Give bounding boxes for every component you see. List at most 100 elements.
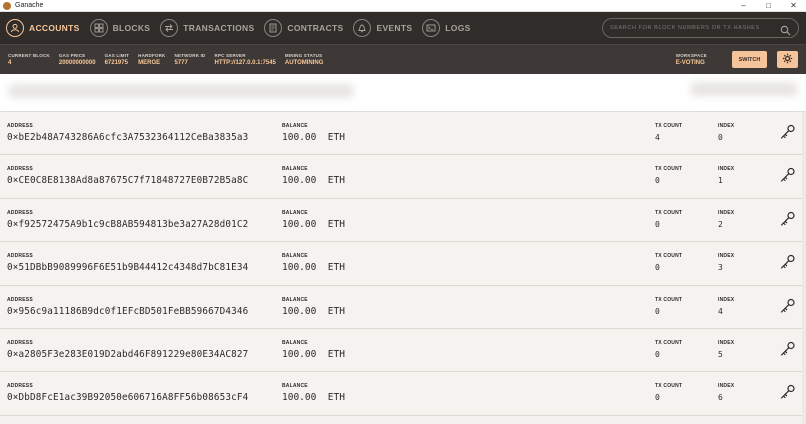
stat-gas-limit: GAS LIMIT 6721975 <box>105 53 130 66</box>
account-tx-count: 0 <box>655 176 660 186</box>
index-label: INDEX <box>718 339 735 346</box>
index-label: INDEX <box>718 123 735 129</box>
address-label: ADDRESS <box>7 166 33 173</box>
account-row[interactable]: ADDRESS 0×f92572475A9b1c9cB8AB594813be3a… <box>0 198 806 243</box>
account-balance: 100.00 ETH <box>282 262 345 274</box>
account-row[interactable]: ADDRESS 0×956c9a11186B9dc0f1EFcBD501FeBB… <box>0 285 806 329</box>
stat-mining-status: MINING STATUS AUTOMINING <box>285 53 324 66</box>
nav-label-accounts: ACCOUNTS <box>29 23 80 33</box>
account-index: 6 <box>718 393 723 403</box>
address-label: ADDRESS <box>7 339 33 346</box>
account-tx-count: 0 <box>655 263 660 273</box>
stat-value: 4 <box>8 60 12 66</box>
stat-gas-price: GAS PRICE 20000000000 <box>59 53 96 66</box>
nav-events[interactable]: EVENTS <box>353 12 412 44</box>
mnemonic-bar <box>0 74 806 112</box>
stat-label: GAS PRICE <box>58 53 86 58</box>
stat-value: 5777 <box>174 60 188 66</box>
tx-count-label: TX COUNT <box>655 253 683 260</box>
search-box <box>602 18 799 38</box>
arrows-icon <box>160 19 179 37</box>
terminal-icon <box>422 19 441 37</box>
mnemonic-blurred <box>8 84 354 98</box>
window-controls: – □ ✕ <box>731 0 806 12</box>
maximize-icon[interactable]: □ <box>756 0 781 12</box>
stat-label: RPC SERVER <box>214 53 246 58</box>
switch-workspace-button[interactable]: SWITCH <box>732 51 767 68</box>
balance-label: BALANCE <box>282 253 308 260</box>
account-index: 0 <box>718 133 723 142</box>
account-index: 3 <box>718 263 723 273</box>
stat-rpc-server: RPC SERVER HTTP://127.0.0.1:7545 <box>215 53 276 66</box>
accounts-list: ADDRESS 0×bE2b48A743286A6cfc3A7532364112… <box>0 112 806 416</box>
index-label: INDEX <box>718 209 735 216</box>
nav-label-logs: LOGS <box>445 23 471 33</box>
account-address: 0×f92572475A9b1c9cB8AB594813be3a27A28d01… <box>7 218 249 230</box>
account-tx-count: 0 <box>655 393 660 403</box>
account-address: 0×956c9a11186B9dc0f1EFcBD501FeBB59667D43… <box>7 305 249 317</box>
document-icon <box>264 19 283 37</box>
account-tx-count: 4 <box>655 133 660 142</box>
key-icon[interactable] <box>779 211 796 233</box>
nav-transactions[interactable]: TRANSACTIONS <box>160 12 254 44</box>
account-index: 4 <box>718 306 723 316</box>
address-label: ADDRESS <box>7 296 33 303</box>
account-balance: 100.00 ETH <box>282 392 345 404</box>
balance-label: BALANCE <box>282 383 308 390</box>
nav-logs[interactable]: LOGS <box>422 12 470 44</box>
account-address: 0×DbD8FcE1ac39B92050e606716A8FF56b08653c… <box>7 392 249 404</box>
search-input[interactable] <box>610 25 780 31</box>
settings-button[interactable] <box>777 51 798 68</box>
key-icon[interactable] <box>779 341 796 363</box>
stat-label: MINING STATUS <box>284 53 323 58</box>
key-icon[interactable] <box>779 254 796 276</box>
workspace-label: WORKSPACE <box>675 53 707 58</box>
stat-label: GAS LIMIT <box>104 53 130 58</box>
hd-path-blurred <box>690 82 798 96</box>
account-address: 0×51DBbB9089996F6E51b9B44412c4348d7bC81E… <box>7 262 249 274</box>
stat-label: HARDFORK <box>138 53 166 58</box>
account-row[interactable]: ADDRESS 0×bE2b48A743286A6cfc3A7532364112… <box>0 112 806 156</box>
account-row[interactable]: ADDRESS 0×DbD8FcE1ac39B92050e606716A8FF5… <box>0 372 806 416</box>
stat-network-id: NETWORK ID 5777 <box>175 53 206 66</box>
nav-accounts[interactable]: ACCOUNTS <box>6 12 80 44</box>
person-icon <box>6 19 24 37</box>
account-tx-count: 0 <box>655 306 660 316</box>
close-icon[interactable]: ✕ <box>781 0 806 12</box>
minimize-icon[interactable]: – <box>731 0 756 12</box>
stat-value: AUTOMINING <box>284 60 324 66</box>
blocks-icon <box>89 19 108 37</box>
key-icon[interactable] <box>779 298 796 320</box>
balance-label: BALANCE <box>282 209 308 216</box>
nav-contracts[interactable]: CONTRACTS <box>264 12 343 44</box>
key-icon[interactable] <box>779 167 796 189</box>
nav-blocks[interactable]: BLOCKS <box>89 12 151 44</box>
address-label: ADDRESS <box>7 209 33 216</box>
key-icon[interactable] <box>779 124 796 146</box>
index-label: INDEX <box>718 383 735 390</box>
account-row[interactable]: ADDRESS 0×a2805F3e283E019D2abd46F891229e… <box>0 328 806 373</box>
account-row[interactable]: ADDRESS 0×51DBbB9089996F6E51b9B44412c434… <box>0 242 806 286</box>
search-icon[interactable] <box>780 23 791 41</box>
scrollbar[interactable] <box>802 112 806 424</box>
nav-label-contracts: CONTRACTS <box>287 23 344 33</box>
address-label: ADDRESS <box>7 383 33 390</box>
tx-count-label: TX COUNT <box>655 383 683 390</box>
address-label: ADDRESS <box>7 123 33 129</box>
account-balance: 100.00 ETH <box>282 305 345 317</box>
workspace-name: E-VOTING <box>675 60 705 66</box>
balance-label: BALANCE <box>282 166 308 173</box>
tx-count-label: TX COUNT <box>655 296 683 303</box>
nav-label-blocks: BLOCKS <box>112 23 151 33</box>
balance-label: BALANCE <box>282 339 308 346</box>
tx-count-label: TX COUNT <box>655 166 683 173</box>
account-balance: 100.00 ETH <box>282 175 345 187</box>
main-nav: ACCOUNTS BLOCKS TRANSACTIONS CONTRACTS E… <box>0 12 806 44</box>
account-index: 5 <box>718 349 723 359</box>
key-icon[interactable] <box>779 384 796 406</box>
window-titlebar: Ganache – □ ✕ <box>0 0 806 12</box>
account-row[interactable]: ADDRESS 0×CE0C8E8138Ad8a87675C7f71848727… <box>0 155 806 199</box>
stat-value: 6721975 <box>104 60 128 66</box>
index-label: INDEX <box>718 253 735 260</box>
window-title: Ganache <box>15 2 44 9</box>
